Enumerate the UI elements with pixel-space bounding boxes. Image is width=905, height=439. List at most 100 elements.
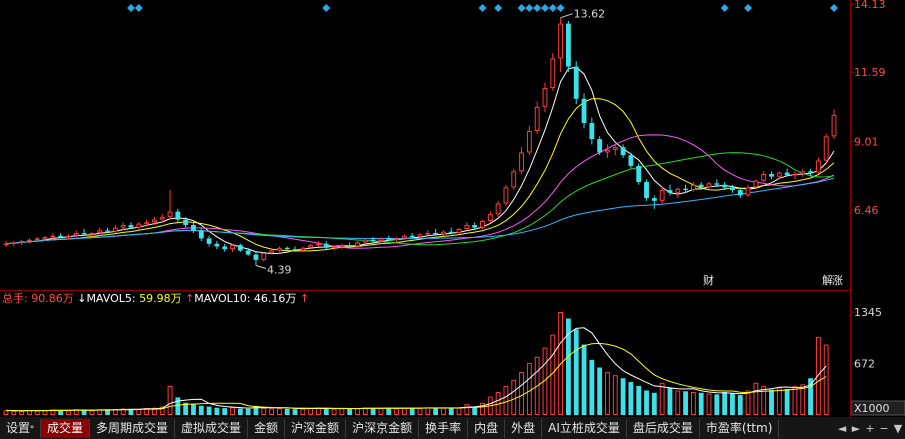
tab-outer[interactable]: 外盘 (505, 419, 543, 438)
volume-bar (589, 359, 595, 415)
candle-body (589, 122, 595, 140)
candle (480, 219, 485, 230)
volume-bar (425, 407, 431, 416)
volume-bar (230, 407, 235, 416)
candle-body (370, 239, 376, 242)
candle-body (3, 243, 9, 246)
tab-label: 内盘 (474, 421, 499, 435)
volume-bar (730, 393, 735, 415)
candle-body (714, 183, 720, 185)
zoom-in-icon[interactable]: + (863, 422, 877, 435)
candle-body (495, 203, 501, 215)
volume-bar (3, 410, 9, 416)
volume-bar (222, 408, 228, 415)
tab-settings[interactable]: 设置* (0, 419, 42, 438)
legend-ma5-value: 59.98万 (136, 292, 182, 305)
volume-bar (659, 382, 665, 415)
candle-body (269, 250, 275, 254)
candle-body (58, 235, 64, 238)
volume-bar (191, 404, 196, 415)
candle-body (558, 23, 564, 59)
candle-body (120, 224, 126, 228)
volume-bar (503, 385, 509, 415)
candle-body (128, 224, 134, 228)
scroll-left-icon[interactable]: ◄ (835, 422, 849, 435)
scroll-right-icon[interactable]: ► (849, 422, 863, 435)
volume-bar (597, 367, 603, 415)
candle-body (198, 230, 204, 239)
tab-pe-ttm[interactable]: 市盈率(ttm) (700, 419, 780, 438)
candle-body (151, 219, 157, 223)
candle-body (550, 58, 556, 89)
candle-body (347, 245, 353, 247)
candle-body (737, 190, 743, 196)
tab-turnover[interactable]: 换手率 (419, 419, 469, 438)
candle (573, 61, 579, 105)
legend-total-label: 总手: (2, 291, 28, 305)
candle-body (628, 155, 634, 166)
tab-label: AI立桩成交量 (548, 421, 620, 435)
candle-body (815, 160, 821, 173)
tab-ai-volume[interactable]: AI立桩成交量 (542, 419, 627, 438)
candle-body (722, 184, 728, 188)
legend-ma10-value: 46.16万 (250, 292, 296, 305)
tab-amount[interactable]: 金额 (248, 419, 286, 438)
volume-bar (644, 390, 649, 415)
tab-multi-period-volume[interactable]: 多周期成交量 (90, 419, 176, 438)
volume-legend-text: 总手: 90.86万 ↓MAVOL5: 59.98万 ↑MAVOL10: 46.… (2, 291, 309, 305)
candle-body (284, 247, 290, 250)
candle-body (144, 222, 150, 224)
candle (565, 20, 571, 72)
candle-body (237, 245, 243, 251)
candle-body (441, 231, 446, 235)
tab-hsj-amount[interactable]: 沪深京金额 (346, 419, 420, 438)
volume-bar (417, 407, 423, 416)
candle-body (136, 223, 142, 228)
candle-body (706, 183, 712, 188)
legend-ma5-label: MAVOL5: (86, 292, 135, 305)
candle-body (276, 247, 282, 251)
tab-label: 金额 (254, 421, 279, 435)
candle-body (667, 190, 673, 193)
candle-body (105, 230, 110, 232)
tab-label: 设置 (6, 421, 31, 435)
candle-body (89, 233, 95, 235)
menu-dropdown-icon[interactable]: ▼ (891, 422, 905, 435)
volume-bar (269, 408, 275, 415)
tab-virtual-volume[interactable]: 虚拟成交量 (175, 419, 249, 438)
volume-bar (792, 385, 798, 415)
event-label-cai: 财 (703, 273, 714, 287)
candle-body (565, 23, 571, 67)
candle-body (167, 211, 173, 217)
tab-label: 虚拟成交量 (181, 421, 242, 435)
volume-bar (198, 405, 204, 415)
candle-body (784, 172, 790, 176)
volume-bar (612, 375, 618, 415)
tab-inner[interactable]: 内盘 (468, 419, 506, 438)
candle-body (831, 114, 837, 137)
candle-body (191, 224, 196, 231)
candle-body (480, 220, 485, 228)
candle-body (448, 231, 454, 234)
tab-volume[interactable]: 成交量 (41, 419, 91, 438)
tab-label: 成交量 (47, 421, 84, 435)
candle-body (245, 250, 251, 255)
volume-bar (690, 392, 696, 416)
volume-bar (300, 408, 306, 415)
candle (550, 53, 556, 91)
volume-bar (261, 407, 267, 416)
candle-body (683, 188, 689, 191)
volume-bar (519, 372, 524, 415)
tab-hs-amount[interactable]: 沪深金额 (285, 419, 347, 438)
candle-body (66, 235, 71, 238)
candle (823, 133, 829, 164)
zoom-out-icon[interactable]: − (877, 422, 891, 435)
legend-trailing-arrow-icon: ↑ (300, 292, 309, 305)
tab-after-hours-volume[interactable]: 盘后成交量 (627, 419, 700, 438)
candle-body (206, 238, 212, 244)
volume-bar (776, 387, 782, 415)
candle-body (542, 88, 548, 107)
volume-bar (34, 410, 40, 415)
candle-body (730, 187, 735, 191)
candle-body (362, 239, 368, 243)
